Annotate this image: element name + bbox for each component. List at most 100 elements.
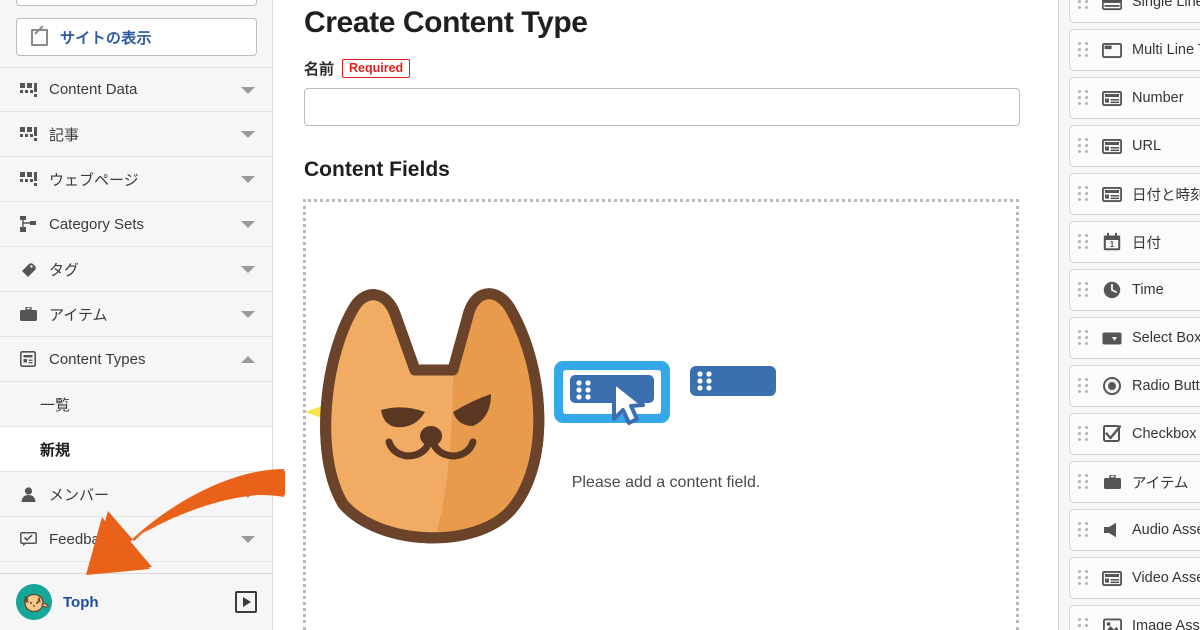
field-type-label: 日付と時刻 bbox=[1132, 187, 1200, 204]
datetime-field-icon bbox=[1101, 183, 1123, 205]
briefcase-icon bbox=[18, 306, 38, 322]
content-fields-dropzone[interactable]: Please add a content field. bbox=[303, 199, 1019, 630]
sidebar-item-label: アイテム bbox=[49, 306, 108, 324]
sidebar-item-label: メンバー bbox=[49, 486, 110, 504]
chevron-down-icon[interactable] bbox=[241, 176, 255, 183]
image-asset-icon bbox=[1101, 615, 1123, 630]
clock-icon bbox=[1101, 279, 1123, 301]
comment-icon bbox=[18, 532, 38, 546]
field-type-label: Select Box bbox=[1132, 330, 1200, 346]
drag-handle-icon[interactable] bbox=[1078, 0, 1092, 11]
sidebar-item-3[interactable]: Category Sets bbox=[0, 202, 272, 247]
main-content: Create Content Type 名前 Required Content … bbox=[274, 0, 1058, 630]
sidebar-item-9[interactable]: メンバー bbox=[0, 472, 272, 517]
drag-handle-icon[interactable] bbox=[1078, 89, 1092, 107]
drag-handle-icon[interactable] bbox=[1078, 185, 1092, 203]
field-type-item[interactable]: Time bbox=[1069, 269, 1200, 311]
sidebar-item-6[interactable]: Content Types bbox=[0, 337, 272, 382]
field-type-palette: Single Line Text Multi Line Text Number URL… bbox=[1058, 0, 1200, 630]
drag-handle-icon[interactable] bbox=[1078, 521, 1092, 539]
drag-handle-icon[interactable] bbox=[1078, 617, 1092, 630]
sidebar-item-label: タグ bbox=[49, 261, 80, 279]
sidebar-item-label: ウェブページ bbox=[49, 171, 139, 189]
field-type-item[interactable]: Audio Asset bbox=[1069, 509, 1200, 551]
drag-handle-icon[interactable] bbox=[1078, 425, 1092, 443]
tag-icon bbox=[18, 262, 38, 277]
field-type-item[interactable]: Radio Button bbox=[1069, 365, 1200, 407]
content-data-icon bbox=[18, 127, 38, 141]
number-field-icon bbox=[1101, 87, 1123, 109]
chevron-up-icon[interactable] bbox=[241, 356, 255, 363]
sidebar-item-5[interactable]: アイテム bbox=[0, 292, 272, 337]
sidebar-item-label: Content Data bbox=[49, 81, 138, 98]
field-type-label: Checkbox bbox=[1132, 426, 1197, 442]
content-fields-heading: Content Fields bbox=[304, 158, 450, 181]
sidebar-subitem-list[interactable]: 一覧 bbox=[0, 382, 272, 427]
left-sidebar: サイトの表示 Content Data 記事ウェブページ Category Sets… bbox=[0, 0, 273, 630]
chevron-down-icon[interactable] bbox=[241, 131, 255, 138]
empty-state-message: Please add a content field. bbox=[571, 474, 761, 491]
video-asset-icon bbox=[1101, 567, 1123, 589]
sidebar-subitem-label: 一覧 bbox=[40, 396, 71, 414]
field-type-item[interactable]: Multi Line Text bbox=[1069, 29, 1200, 71]
single-line-text-icon bbox=[1101, 0, 1123, 13]
chevron-down-icon[interactable] bbox=[241, 491, 255, 498]
field-type-item[interactable]: アイテム bbox=[1069, 461, 1200, 503]
field-type-item[interactable]: Video Asset bbox=[1069, 557, 1200, 599]
category-tree-icon bbox=[18, 216, 38, 232]
field-type-item[interactable]: Single Line Text bbox=[1069, 0, 1200, 23]
sidebar-item-4[interactable]: タグ bbox=[0, 247, 272, 292]
field-type-label: Number bbox=[1132, 90, 1184, 106]
field-type-item[interactable]: 1 日付 bbox=[1069, 221, 1200, 263]
sidebar-item-2[interactable]: ウェブページ bbox=[0, 157, 272, 202]
chevron-down-icon[interactable] bbox=[241, 86, 255, 94]
chevron-down-icon[interactable] bbox=[241, 221, 255, 228]
app-root: サイトの表示 Content Data 記事ウェブページ Category Sets… bbox=[0, 0, 1200, 630]
field-type-label: Audio Asset bbox=[1132, 522, 1200, 538]
sidebar-footer: Toph bbox=[0, 573, 272, 630]
audio-asset-icon bbox=[1101, 519, 1123, 541]
field-type-label: Single Line Text bbox=[1132, 0, 1200, 10]
required-badge: Required bbox=[342, 58, 411, 79]
field-type-item[interactable]: 日付と時刻 bbox=[1069, 173, 1200, 215]
field-type-item[interactable]: Checkbox bbox=[1069, 413, 1200, 455]
view-site-button[interactable]: サイトの表示 bbox=[16, 18, 257, 56]
field-type-label: Image Asset bbox=[1132, 618, 1200, 630]
sidebar-subitem-new[interactable]: 新規 bbox=[0, 427, 272, 472]
cat-mascot-icon bbox=[303, 274, 563, 544]
content-data-icon bbox=[18, 172, 38, 186]
chevron-down-icon[interactable] bbox=[241, 311, 255, 318]
content-type-icon bbox=[18, 351, 38, 367]
chevron-down-icon[interactable] bbox=[241, 266, 255, 273]
play-icon[interactable] bbox=[235, 591, 257, 613]
radio-button-icon bbox=[1101, 375, 1123, 397]
sidebar-item-0[interactable]: Content Data bbox=[0, 67, 272, 112]
briefcase-icon bbox=[1101, 471, 1123, 493]
sidebar-item-10[interactable]: Feedback bbox=[0, 517, 272, 562]
multi-line-text-icon bbox=[1101, 39, 1123, 61]
drag-handle-icon[interactable] bbox=[1078, 473, 1092, 491]
name-field-label: 名前 bbox=[304, 61, 335, 78]
field-type-label: Radio Button bbox=[1132, 378, 1200, 394]
sidebar-item-1[interactable]: 記事 bbox=[0, 112, 272, 157]
drag-handle-icon[interactable] bbox=[1078, 41, 1092, 59]
field-type-item[interactable]: Select Box bbox=[1069, 317, 1200, 359]
field-type-item[interactable]: Number bbox=[1069, 77, 1200, 119]
field-type-item[interactable]: Image Asset bbox=[1069, 605, 1200, 630]
drag-handle-icon[interactable] bbox=[1078, 377, 1092, 395]
drag-handle-icon[interactable] bbox=[1078, 569, 1092, 587]
content-data-icon bbox=[18, 82, 38, 97]
chevron-down-icon[interactable] bbox=[241, 536, 255, 543]
drag-handle-icon[interactable] bbox=[1078, 281, 1092, 299]
user-icon bbox=[18, 486, 38, 502]
sidebar-top-partial-button[interactable] bbox=[16, 0, 257, 6]
name-input[interactable] bbox=[304, 88, 1020, 126]
sidebar-item-label: 記事 bbox=[49, 126, 80, 144]
url-field-icon bbox=[1101, 135, 1123, 157]
drag-handle-icon[interactable] bbox=[1078, 233, 1092, 251]
sidebar-subitem-label: 新規 bbox=[40, 441, 71, 459]
drag-handle-icon[interactable] bbox=[1078, 329, 1092, 347]
field-type-item[interactable]: URL bbox=[1069, 125, 1200, 167]
user-name-label: Toph bbox=[63, 593, 99, 611]
drag-handle-icon[interactable] bbox=[1078, 137, 1092, 155]
